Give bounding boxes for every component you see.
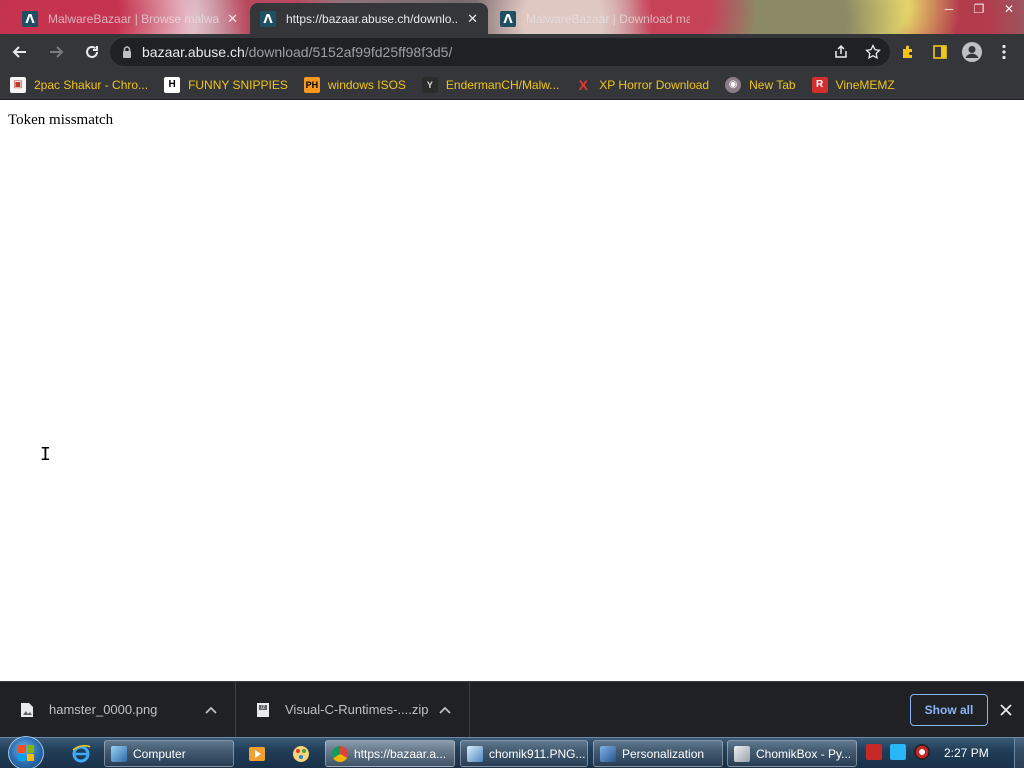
bookmark-favicon-icon: ▣ [10,76,26,93]
malwarebazaar-favicon-icon: Λ [22,10,38,27]
back-arrow-icon [12,46,26,58]
bookmark-label: XP Horror Download [599,77,710,92]
bookmark-favicon-icon: H [164,76,181,93]
chrome-icon [332,745,348,762]
forward-button[interactable] [40,36,72,68]
bookmark-favicon-icon: ◉ [725,76,742,93]
bookmark-label: windows ISOS [327,77,406,92]
download-item[interactable]: hamster_0000.png [0,681,236,738]
tray-display-icon[interactable] [890,744,906,760]
taskbar-item-personalization[interactable]: Personalization [593,740,723,767]
window-controls: ─ ❐ ✕ [934,0,1024,18]
download-shelf: hamster_0000.png IZ Visual-C-Runtimes-..… [0,681,1024,738]
tray-app-icon[interactable] [914,744,930,760]
system-tray [866,744,930,760]
lock-icon[interactable] [120,45,134,59]
bookmark-favicon-icon: X [578,76,588,93]
reload-icon [86,45,98,58]
taskbar-item-label: ChomikBox - Py... [756,746,852,761]
tab-malwarebazaar-browse[interactable]: Λ MalwareBazaar | Browse malwa... ✕ [12,3,248,34]
url-path: /download/5152af99fd25ff98f3d5/ [244,44,453,60]
close-download-shelf-icon[interactable] [996,700,1016,720]
personalization-icon [600,745,616,762]
taskbar-clock[interactable]: 2:27 PM [944,746,989,760]
picture-viewer-icon [467,745,483,762]
svg-text:IZ: IZ [261,705,265,710]
chevron-up-icon[interactable] [201,706,221,714]
tab-title: https://bazaar.abuse.ch/downlo... [286,11,460,26]
windows-taskbar: Computer https://bazaar.a... chomik911.P… [0,736,1024,768]
bookmark-new-tab[interactable]: ◉ New Tab [725,76,796,93]
bookmark-funny-snippies[interactable]: H FUNNY SNIPPIES [164,76,288,93]
computer-icon [111,745,127,762]
share-icon[interactable] [832,43,850,61]
address-bar[interactable]: bazaar.abuse.ch/download/5152af99fd25ff9… [110,38,890,66]
bookmark-label: FUNNY SNIPPIES [188,77,288,92]
malwarebazaar-favicon-icon: Λ [500,10,516,27]
image-file-icon [21,702,33,717]
tray-flag-icon[interactable] [866,744,882,760]
tab-malwarebazaar-download[interactable]: Λ MalwareBazaar | Download mal... [490,3,700,34]
tab-strip: Λ MalwareBazaar | Browse malwa... ✕ Λ ht… [0,0,1024,34]
tab-bazaar-download-active[interactable]: Λ https://bazaar.abuse.ch/downlo... ✕ [250,3,488,34]
bookmark-windows-isos[interactable]: PH windows ISOS [303,76,406,93]
download-item[interactable]: IZ Visual-C-Runtimes-....zip [236,681,470,738]
taskbar-item-computer[interactable]: Computer [104,740,234,767]
malwarebazaar-favicon-icon: Λ [260,10,276,27]
close-window-icon[interactable]: ✕ [994,0,1024,18]
profile-avatar-icon[interactable] [960,38,984,66]
download-filename: hamster_0000.png [49,702,158,717]
internet-explorer-icon[interactable] [62,741,100,767]
chomikbox-icon [734,745,750,762]
bookmark-label: New Tab [749,77,796,92]
browser-toolbar: bazaar.abuse.ch/download/5152af99fd25ff9… [0,34,1024,70]
bookmark-label: VineMEMZ [835,77,895,92]
url-text: bazaar.abuse.ch/download/5152af99fd25ff9… [142,44,452,60]
back-button[interactable] [4,36,36,68]
bookmark-label: EndermanCH/Malw... [445,77,560,92]
taskbar-item-label: Computer [133,746,186,761]
bookmarks-bar: ▣ 2pac Shakur - Chro... H FUNNY SNIPPIES… [0,70,1024,100]
taskbar-item-chrome[interactable]: https://bazaar.a... [325,740,455,767]
taskbar-item-label: https://bazaar.a... [354,746,447,761]
paint-app-icon[interactable] [282,741,320,767]
bookmark-label: 2pac Shakur - Chro... [34,77,149,92]
tab-title: MalwareBazaar | Download mal... [526,11,690,26]
forward-arrow-icon [50,46,64,58]
bookmark-favicon-icon: R [811,76,828,93]
chevron-up-icon[interactable] [435,706,455,714]
bookmark-2pac-shakur[interactable]: ▣ 2pac Shakur - Chro... [10,76,149,93]
zip-file-icon: IZ [257,702,269,717]
restore-icon[interactable]: ❐ [964,0,994,18]
media-player-icon[interactable] [238,741,276,767]
show-all-downloads-button[interactable]: Show all [910,694,988,726]
bookmark-endermanch-malware[interactable]: Y EndermanCH/Malw... [421,76,560,93]
close-tab-icon[interactable]: ✕ [227,11,238,27]
reload-button[interactable] [76,36,108,68]
bookmark-favicon-icon: PH [303,76,320,93]
taskbar-item-chomikbox[interactable]: ChomikBox - Py... [727,740,857,767]
show-desktop-button[interactable] [1014,738,1024,768]
menu-kebab-icon[interactable] [992,38,1016,66]
text-cursor-icon: I [40,444,51,465]
minimize-icon[interactable]: ─ [934,0,964,18]
tab-title: MalwareBazaar | Browse malwa... [48,11,220,26]
download-filename: Visual-C-Runtimes-....zip [285,702,429,717]
url-host: bazaar.abuse.ch [142,44,245,60]
page-message: Token missmatch [8,112,114,128]
bookmark-vinememz[interactable]: R VineMEMZ [811,76,895,93]
bookmark-favicon-icon: Y [421,76,438,93]
taskbar-item-label: Personalization [622,746,705,761]
bookmark-xp-horror-download[interactable]: X XP Horror Download [575,76,710,93]
close-tab-icon[interactable]: ✕ [467,11,478,27]
start-button[interactable] [8,736,44,768]
side-panel-icon[interactable] [928,38,952,66]
taskbar-item-image-viewer[interactable]: chomik911.PNG... [460,740,588,767]
windows-logo-icon [18,745,34,761]
page-content: Token missmatch I [0,101,1024,681]
bookmark-star-icon[interactable] [864,43,882,61]
extensions-icon[interactable] [896,38,920,66]
taskbar-item-label: chomik911.PNG... [489,746,586,761]
